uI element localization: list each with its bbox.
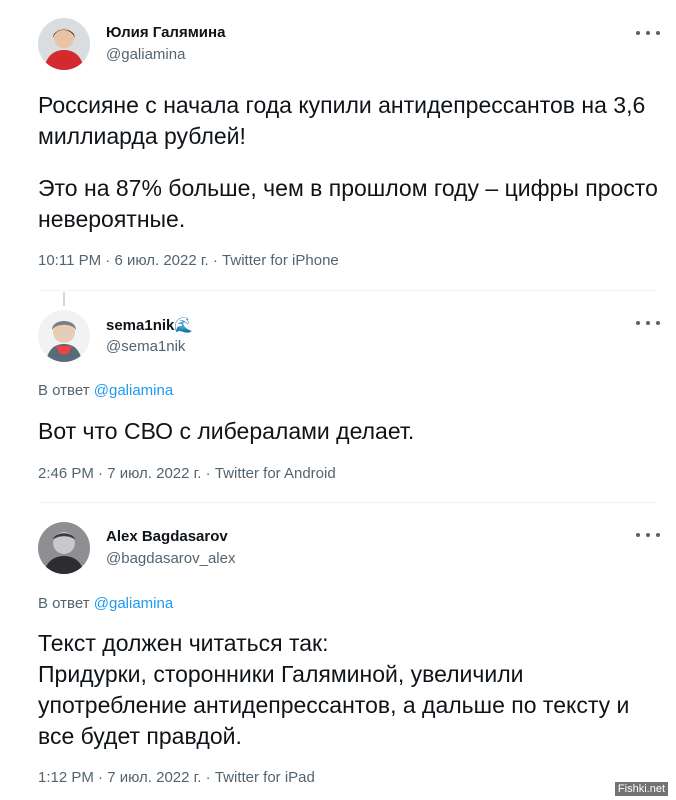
separator: · (98, 465, 104, 482)
tweet-date[interactable]: 7 июл. 2022 г. (107, 465, 201, 482)
tweet-galiamina: Юлия Галямина @galiamina Россияне с нача… (0, 0, 676, 290)
tweet-time[interactable]: 1:12 PM (38, 769, 94, 786)
separator: · (98, 769, 104, 786)
more-options-icon[interactable] (636, 530, 660, 540)
display-name[interactable]: Юлия Галямина (106, 24, 225, 41)
avatar[interactable] (38, 522, 90, 574)
avatar[interactable] (38, 18, 90, 70)
reply-mention-link[interactable]: @galiamina (94, 382, 173, 399)
avatar[interactable] (38, 310, 90, 362)
watermark: Fishki.net (614, 782, 668, 796)
separator: · (212, 252, 218, 269)
wave-icon: 🌊 (174, 317, 194, 334)
display-name[interactable]: Alex Bagdasarov (106, 528, 228, 545)
tweet-text: Вот что СВО с либералами делает. (38, 418, 415, 444)
separator: · (105, 252, 111, 269)
username[interactable]: @sema1nik (106, 338, 185, 355)
tweet-timestamp: 2:46 PM · 7 июл. 2022 г. · Twitter for A… (38, 465, 336, 482)
tweet-text: Текст должен читаться так: Придурки, сто… (38, 630, 630, 749)
more-options-icon[interactable] (636, 318, 660, 328)
tweet-source[interactable]: Twitter for Android (215, 465, 336, 482)
username[interactable]: @galiamina (106, 46, 185, 63)
tweet-timestamp: 10:11 PM · 6 июл. 2022 г. · Twitter for … (38, 252, 339, 269)
reply-prefix: В ответ (38, 595, 90, 612)
tweet-bagdasarov: Alex Bagdasarov @bagdasarov_alex В ответ… (0, 502, 676, 800)
reply-prefix: В ответ (38, 382, 90, 399)
tweet-time[interactable]: 10:11 PM (38, 252, 101, 269)
display-name-text: sema1nik (106, 317, 175, 334)
tweet-source[interactable]: Twitter for iPad (215, 769, 315, 786)
tweet-text: Это на 87% больше, чем в прошлом году – … (38, 175, 658, 232)
separator: · (205, 769, 211, 786)
tweet-timestamp: 1:12 PM · 7 июл. 2022 г. · Twitter for i… (38, 769, 315, 786)
tweet-sema1nik: sema1nik🌊 @sema1nik В ответ @galiamina В… (0, 290, 676, 502)
tweet-text: Россияне с начала года купили антидепрес… (38, 92, 646, 149)
tweet-time[interactable]: 2:46 PM (38, 465, 94, 482)
tweet-source[interactable]: Twitter for iPhone (222, 252, 339, 269)
reply-context: В ответ @galiamina (38, 382, 173, 399)
reply-mention-link[interactable]: @galiamina (94, 595, 173, 612)
tweet-date[interactable]: 7 июл. 2022 г. (107, 769, 201, 786)
username[interactable]: @bagdasarov_alex (106, 550, 235, 567)
tweet-date[interactable]: 6 июл. 2022 г. (114, 252, 208, 269)
more-options-icon[interactable] (636, 28, 660, 38)
display-name[interactable]: sema1nik🌊 (106, 316, 193, 334)
reply-context: В ответ @galiamina (38, 595, 173, 612)
separator: · (205, 465, 211, 482)
